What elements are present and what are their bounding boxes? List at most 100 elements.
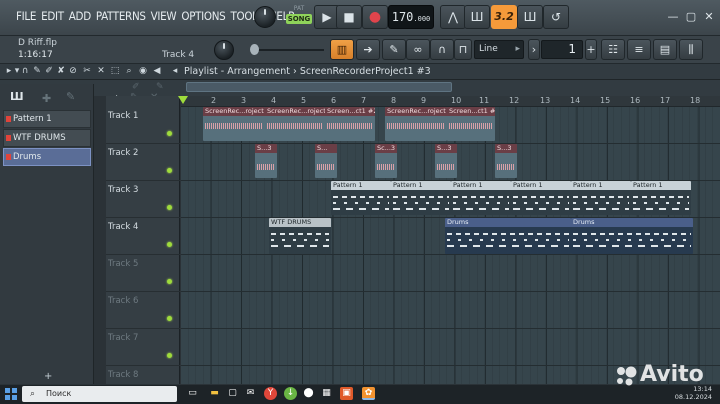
audio-clip[interactable]: S...3 [495, 144, 517, 178]
browser-icon[interactable]: ⬤ [302, 387, 315, 400]
channel-rack-button[interactable]: ☷ [601, 39, 625, 60]
playlist-button[interactable]: ≡ [627, 39, 651, 60]
slip-icon[interactable]: ✂ [82, 66, 92, 77]
menu-options[interactable]: OPTIONS [181, 9, 225, 23]
master-volume-knob[interactable] [254, 6, 276, 28]
track-active-led[interactable] [167, 131, 172, 136]
track-active-led[interactable] [167, 242, 172, 247]
audio-clip[interactable]: Screen...ct1 #2 [447, 107, 495, 141]
arrow-tool-button[interactable]: ➔ [356, 39, 380, 60]
pencil-tool-button[interactable]: ✎ [382, 39, 406, 60]
piano-roll-view-button[interactable]: ▤ [653, 39, 677, 60]
slice-icon[interactable]: ✕ [96, 66, 106, 77]
timeline-ruler[interactable]: 2 3 4 5 6 7 8 9 10 11 12 13 14 15 16 17 … [181, 96, 720, 107]
pattern-clip[interactable]: Pattern 1 [451, 181, 511, 215]
tool-paint-icon[interactable]: ✐ [132, 82, 140, 92]
metronome-button[interactable]: ⋀ [440, 5, 466, 29]
mail-icon[interactable]: ✉ [244, 387, 257, 400]
track-active-led[interactable] [167, 353, 172, 358]
zoom-icon[interactable]: ⌕ [124, 66, 134, 77]
tempo-display[interactable]: 170.000 [388, 5, 434, 29]
pattern-clip[interactable]: WTF DRUMS [269, 218, 331, 254]
track-header-2[interactable]: Track 2 [106, 144, 180, 181]
paint-icon[interactable]: ✐ [44, 66, 54, 77]
pencil-icon[interactable]: ✎ [66, 90, 75, 103]
select-icon[interactable]: ⬚ [110, 66, 120, 77]
close-icon[interactable]: ✕ [702, 10, 716, 24]
main-pitch-knob[interactable] [214, 40, 234, 60]
snap-menu-button[interactable]: ⊓ [454, 39, 472, 60]
camera-icon[interactable]: ▣ [340, 387, 353, 400]
maximize-icon[interactable]: ▢ [684, 10, 698, 24]
add-pattern-button[interactable]: + [585, 39, 597, 60]
speaker-icon[interactable]: ◀ [152, 66, 162, 77]
taskbar-clock[interactable]: 13:14 08.12.2024 [675, 385, 712, 401]
menu-add[interactable]: ADD [69, 9, 91, 23]
snap-select[interactable]: Line [474, 40, 524, 59]
fl-studio-icon[interactable]: ✿ [362, 387, 375, 400]
store-icon[interactable]: ▢ [226, 387, 239, 400]
menu-patterns[interactable]: PATTERNS [96, 9, 146, 23]
pattern-item-drums[interactable]: Drums [3, 148, 91, 166]
mixer-button[interactable]: ⫼ [679, 39, 703, 60]
undo-history-button[interactable]: ↺ [543, 5, 569, 29]
pattern-prev-button[interactable]: › [528, 39, 540, 60]
playback-icon[interactable]: ◉ [138, 66, 148, 77]
chevron-left-icon[interactable]: ◂ [170, 66, 180, 77]
track-active-led[interactable] [167, 279, 172, 284]
picker-icon[interactable]: Ш [10, 90, 24, 103]
audio-clip[interactable]: S...3 [255, 144, 277, 178]
track-header-1[interactable]: Track 1 [106, 107, 180, 144]
record-button[interactable]: ● [362, 5, 388, 29]
plugin-picker-button[interactable]: Ш [517, 5, 543, 29]
pattern-clip[interactable]: Pattern 1 [331, 181, 391, 215]
plus-icon[interactable]: ✚ [42, 92, 51, 105]
task-view-icon[interactable]: ▭ [186, 387, 199, 400]
master-volume-slider-handle[interactable] [250, 44, 259, 55]
track-active-led[interactable] [167, 168, 172, 173]
wait-input-button[interactable]: Ш [464, 5, 490, 29]
pattern-clip[interactable]: Pattern 1 [511, 181, 571, 215]
yandex-browser-icon[interactable]: Y [264, 387, 277, 400]
playhead-marker[interactable] [178, 96, 188, 104]
audio-clip[interactable]: S... [315, 144, 337, 178]
windows-start-icon[interactable] [5, 388, 17, 400]
minimize-icon[interactable]: — [666, 10, 680, 24]
pat-song-toggle[interactable]: PAT SONG [286, 4, 312, 30]
app-icon[interactable]: ▦ [320, 387, 333, 400]
track-header-3[interactable]: Track 3 [106, 181, 180, 218]
menu-edit[interactable]: EDIT [41, 9, 64, 23]
audio-clip[interactable]: ScreenRec...roject [203, 107, 265, 141]
menu-file[interactable]: FILE [16, 9, 36, 23]
track-header-6[interactable]: Track 6 [106, 292, 180, 329]
pattern-clip[interactable]: Pattern 1 [631, 181, 691, 215]
pattern-clip[interactable]: Drums [445, 218, 571, 254]
arrangement-grid[interactable]: ScreenRec...roject ScreenRec...roject Sc… [181, 107, 720, 384]
pattern-clip[interactable]: Drums [571, 218, 693, 254]
audio-clip[interactable]: ScreenRec...roject [265, 107, 325, 141]
magnet-button[interactable]: ∩ [430, 39, 454, 60]
track-header-7[interactable]: Track 7 [106, 329, 180, 366]
pencil-icon[interactable]: ✎ [32, 66, 42, 77]
track-active-led[interactable] [167, 316, 172, 321]
track-header-4[interactable]: Track 4 [106, 218, 180, 255]
stop-button[interactable]: ■ [336, 5, 362, 29]
pattern-clip[interactable]: Pattern 1 [391, 181, 451, 215]
pattern-clip[interactable]: Pattern 1 [571, 181, 631, 215]
arrangement-overview-scrollbar[interactable] [186, 82, 452, 92]
delete-icon[interactable]: ✘ [56, 66, 66, 77]
mute-icon[interactable]: ⊘ [68, 66, 78, 77]
explorer-icon[interactable]: ▬ [208, 387, 221, 400]
audio-clip[interactable]: Screen...ct1 #2 [325, 107, 375, 141]
pattern-item-wtf-drums[interactable]: WTF DRUMS [3, 129, 91, 147]
track-active-led[interactable] [167, 205, 172, 210]
audio-clip[interactable]: ScreenRec...roject [385, 107, 447, 141]
pattern-item-pattern-1[interactable]: Pattern 1 [3, 110, 91, 128]
pattern-number-field[interactable]: 1 [541, 40, 583, 59]
tool-pen-icon[interactable]: ✎ [156, 82, 164, 92]
window-menu-icon[interactable]: ▸ [4, 66, 14, 77]
taskbar-search[interactable]: ⌕ Поиск [22, 386, 177, 402]
menu-view[interactable]: VIEW [151, 9, 177, 23]
piano-roll-button[interactable]: ▥ [330, 39, 354, 60]
audio-clip[interactable]: Sc...3 [375, 144, 397, 178]
